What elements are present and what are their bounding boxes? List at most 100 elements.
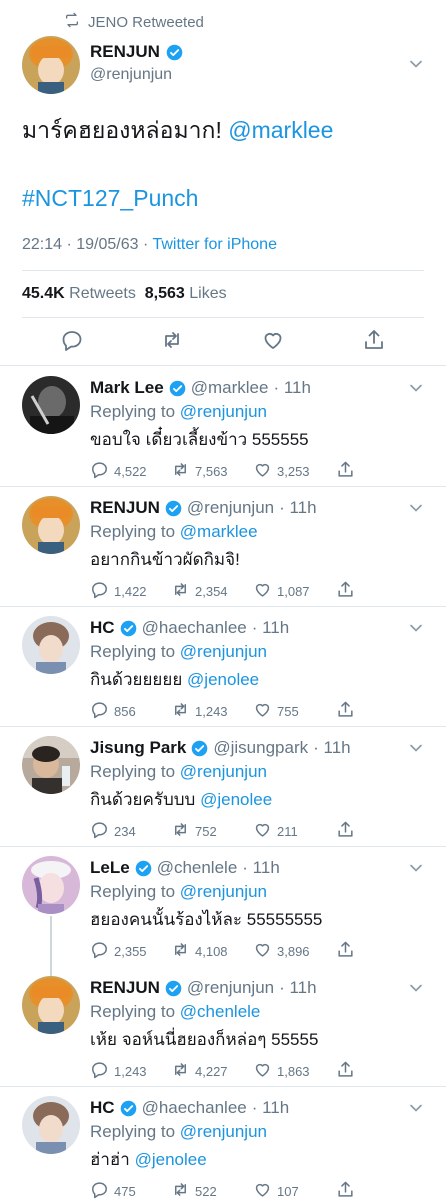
reply-menu-chevron-down-icon[interactable] bbox=[408, 980, 424, 996]
reply-timestamp[interactable]: · 11h bbox=[252, 1098, 290, 1118]
reply-tweet[interactable]: LeLe @chenlele · 11h Replying to @renjunjun… bbox=[0, 846, 446, 966]
reply-tweet[interactable]: RENJUN @renjunjun · 11h Replying to @chenle… bbox=[0, 966, 446, 1086]
tweet-mention-link[interactable]: @marklee bbox=[228, 117, 333, 143]
tweet-hashtag-link[interactable]: #NCT127_Punch bbox=[22, 183, 198, 213]
reply-timestamp[interactable]: · 11h bbox=[279, 978, 317, 998]
reply-menu-chevron-down-icon[interactable] bbox=[408, 500, 424, 516]
reply-author-handle[interactable]: @haechanlee bbox=[142, 1098, 247, 1118]
reply-button[interactable]: 1,422 bbox=[90, 580, 147, 602]
reply-author-name[interactable]: RENJUN bbox=[90, 978, 160, 998]
reply-tweet[interactable]: HC @haechanlee · 11h Replying to @renjunjun… bbox=[0, 606, 446, 726]
reply-button[interactable]: 4,522 bbox=[90, 460, 147, 482]
reply-mention-link[interactable]: @jenolee bbox=[200, 790, 272, 809]
reply-avatar[interactable] bbox=[22, 976, 80, 1034]
reply-tweet[interactable]: HC @haechanlee · 11h Replying to @renjunjun… bbox=[0, 1086, 446, 1200]
reply-mention-link[interactable]: @jenolee bbox=[135, 1150, 207, 1169]
reply-author-name[interactable]: LeLe bbox=[90, 858, 130, 878]
reply-avatar[interactable] bbox=[22, 1096, 80, 1154]
retweet-button[interactable]: 2,354 bbox=[171, 580, 228, 602]
replying-to-link[interactable]: @marklee bbox=[180, 522, 258, 541]
like-button[interactable]: 211 bbox=[253, 820, 298, 842]
retweets-stat[interactable]: 45.4K Retweets bbox=[22, 285, 136, 302]
reply-author-handle[interactable]: @chenlele bbox=[157, 858, 238, 878]
share-button[interactable] bbox=[336, 700, 355, 722]
reply-author-handle[interactable]: @jisungpark bbox=[213, 738, 308, 758]
replying-to-link[interactable]: @renjunjun bbox=[180, 642, 267, 661]
share-button[interactable] bbox=[336, 1180, 355, 1200]
reply-timestamp[interactable]: · 11h bbox=[279, 498, 317, 518]
replying-to-link[interactable]: @renjunjun bbox=[180, 882, 267, 901]
author-name[interactable]: RENJUN bbox=[90, 42, 183, 62]
retweet-button[interactable]: 1,243 bbox=[171, 700, 228, 722]
reply-button[interactable]: 856 bbox=[90, 700, 136, 722]
reply-avatar[interactable] bbox=[22, 496, 80, 554]
reply-timestamp[interactable]: · 11h bbox=[273, 378, 311, 398]
like-button[interactable]: 3,253 bbox=[253, 460, 310, 482]
reply-timestamp[interactable]: · 11h bbox=[252, 618, 290, 638]
reply-author-name[interactable]: Mark Lee bbox=[90, 378, 164, 398]
reply-author-name[interactable]: Jisung Park bbox=[90, 738, 186, 758]
replying-to-label: Replying to bbox=[90, 762, 176, 781]
share-button[interactable] bbox=[362, 328, 386, 352]
reply-menu-chevron-down-icon[interactable] bbox=[408, 860, 424, 876]
share-button[interactable] bbox=[336, 940, 355, 962]
author-avatar[interactable] bbox=[22, 36, 80, 94]
reply-button[interactable] bbox=[60, 328, 84, 352]
reply-menu-chevron-down-icon[interactable] bbox=[408, 380, 424, 396]
reply-author-name[interactable]: HC bbox=[90, 618, 115, 638]
like-button[interactable] bbox=[261, 328, 285, 352]
reply-button[interactable]: 2,355 bbox=[90, 940, 147, 962]
replying-to-link[interactable]: @chenlele bbox=[180, 1002, 261, 1021]
reply-menu-chevron-down-icon[interactable] bbox=[408, 620, 424, 636]
reply-avatar[interactable] bbox=[22, 856, 80, 914]
reply-tweet[interactable]: Mark Lee @marklee · 11h Replying to @renjun… bbox=[0, 366, 446, 486]
like-count: 107 bbox=[277, 1183, 299, 1199]
tweet-menu-chevron-down-icon[interactable] bbox=[408, 56, 424, 72]
like-button[interactable]: 107 bbox=[253, 1180, 299, 1200]
reply-tweet[interactable]: RENJUN @renjunjun · 11h Replying to @markle… bbox=[0, 486, 446, 606]
reply-author-handle[interactable]: @renjunjun bbox=[187, 978, 274, 998]
reply-avatar[interactable] bbox=[22, 736, 80, 794]
reply-author-handle[interactable]: @renjunjun bbox=[187, 498, 274, 518]
replying-to-link[interactable]: @renjunjun bbox=[180, 402, 267, 421]
replying-to-link[interactable]: @renjunjun bbox=[180, 762, 267, 781]
reply-menu-chevron-down-icon[interactable] bbox=[408, 1100, 424, 1116]
reply-avatar[interactable] bbox=[22, 376, 80, 434]
reply-author-name[interactable]: RENJUN bbox=[90, 498, 160, 518]
like-count: 1,087 bbox=[277, 583, 310, 599]
reply-button[interactable]: 1,243 bbox=[90, 1060, 147, 1082]
retweet-button[interactable]: 752 bbox=[171, 820, 217, 842]
like-button[interactable]: 755 bbox=[253, 700, 299, 722]
retweet-button[interactable]: 522 bbox=[171, 1180, 217, 1200]
share-button[interactable] bbox=[336, 820, 355, 842]
reply-menu-chevron-down-icon[interactable] bbox=[408, 740, 424, 756]
replying-to-link[interactable]: @renjunjun bbox=[180, 1122, 267, 1141]
reply-timestamp[interactable]: · 11h bbox=[313, 738, 351, 758]
likes-stat[interactable]: 8,563 Likes bbox=[145, 285, 227, 302]
like-button[interactable]: 1,863 bbox=[253, 1060, 310, 1082]
tweet-stats: 45.4K Retweets 8,563 Likes bbox=[22, 285, 227, 303]
retweet-button[interactable]: 4,108 bbox=[171, 940, 228, 962]
like-button[interactable]: 3,896 bbox=[253, 940, 310, 962]
like-button[interactable]: 1,087 bbox=[253, 580, 310, 602]
share-button[interactable] bbox=[336, 460, 355, 482]
reply-timestamp[interactable]: · 11h bbox=[242, 858, 280, 878]
reply-tweet[interactable]: Jisung Park @jisungpark · 11h Replying to @… bbox=[0, 726, 446, 846]
retweet-button[interactable]: 4,227 bbox=[171, 1060, 228, 1082]
reply-author-handle[interactable]: @haechanlee bbox=[142, 618, 247, 638]
reply-mention-link[interactable]: @jenolee bbox=[187, 670, 259, 689]
retweet-button[interactable]: 7,563 bbox=[171, 460, 228, 482]
reply-button[interactable]: 475 bbox=[90, 1180, 136, 1200]
reply-button[interactable]: 234 bbox=[90, 820, 136, 842]
share-button[interactable] bbox=[336, 1060, 355, 1082]
retweet-button[interactable] bbox=[160, 328, 184, 352]
reply-text: อยากกินข้าวผัดกิมจิ! bbox=[90, 546, 240, 573]
reply-author-handle[interactable]: @marklee bbox=[191, 378, 269, 398]
tweet-timestamp[interactable]: 22:14 · 19/05/63 · bbox=[22, 236, 152, 253]
tweet-source-link[interactable]: Twitter for iPhone bbox=[152, 236, 277, 253]
verified-badge-icon bbox=[165, 980, 182, 997]
reply-author-name[interactable]: HC bbox=[90, 1098, 115, 1118]
reply-avatar[interactable] bbox=[22, 616, 80, 674]
author-handle[interactable]: @renjunjun bbox=[90, 66, 172, 84]
share-button[interactable] bbox=[336, 580, 355, 602]
